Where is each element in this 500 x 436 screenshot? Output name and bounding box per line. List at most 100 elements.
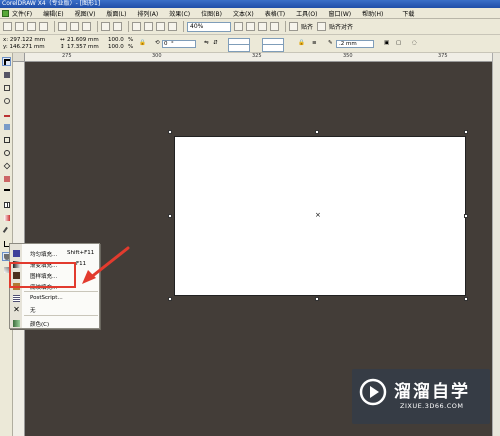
snap-options-label[interactable]: 贴齐对齐 xyxy=(329,22,353,31)
menu-view[interactable]: 视图(V) xyxy=(75,9,96,18)
wrap-text-icon[interactable]: ≡ xyxy=(312,40,317,47)
table-tool-icon[interactable] xyxy=(2,200,11,209)
guidelines-toggle-icon[interactable] xyxy=(270,22,279,31)
no-fill-icon: ✕ xyxy=(13,305,20,314)
undo-icon[interactable] xyxy=(101,22,110,31)
menu-item-no-fill[interactable]: ✕ 无 xyxy=(10,304,99,315)
watermark-title: 溜溜自学 xyxy=(394,382,470,402)
menu-bitmaps[interactable]: 位图(B) xyxy=(201,9,222,18)
toolbar-divider xyxy=(54,21,55,32)
annotation-highlight-box xyxy=(9,262,76,288)
selection-handle-top-left[interactable] xyxy=(168,130,172,134)
new-document-icon[interactable] xyxy=(3,22,12,31)
zoom-levels-select[interactable]: 40% xyxy=(187,21,231,32)
grid-toggle-icon[interactable] xyxy=(258,22,267,31)
menu-edit[interactable]: 编辑(E) xyxy=(43,9,63,18)
save-icon[interactable] xyxy=(27,22,36,31)
zoom-tool-icon[interactable] xyxy=(2,96,11,105)
corner-bottom-left-field[interactable] xyxy=(228,44,250,52)
crop-tool-icon[interactable] xyxy=(2,83,11,92)
menu-item-postscript-fill[interactable]: PostScript... xyxy=(10,293,99,304)
corel-online-icon[interactable] xyxy=(168,22,177,31)
ruler-origin[interactable] xyxy=(13,53,25,62)
shape-tool-icon[interactable] xyxy=(2,70,11,79)
center-marker-icon[interactable]: × xyxy=(315,212,321,219)
options-icon[interactable] xyxy=(317,22,327,31)
open-document-icon[interactable] xyxy=(15,22,24,31)
menu-window[interactable]: 窗口(W) xyxy=(329,9,352,18)
menu-text[interactable]: 文本(X) xyxy=(233,9,254,18)
ellipse-tool-icon[interactable] xyxy=(2,148,11,157)
object-height[interactable]: 17.357 mm xyxy=(67,44,99,51)
outline-width-select[interactable]: .2 mm xyxy=(336,40,374,48)
selection-handle-middle-left[interactable] xyxy=(168,214,172,218)
rotation-angle-field[interactable]: 0 ° xyxy=(162,40,196,48)
scale-y[interactable]: 100.0 xyxy=(108,44,124,51)
copy-icon[interactable] xyxy=(70,22,79,31)
mirror-vertical-icon[interactable]: ⇵ xyxy=(213,40,218,47)
rectangle-tool-icon[interactable] xyxy=(2,135,11,144)
horizontal-ruler[interactable]: 275 300 325 350 375 xyxy=(25,53,492,62)
menu-file[interactable]: 文件(F) xyxy=(12,9,32,18)
round-corners-lock-icon[interactable]: 🔒 xyxy=(298,40,305,47)
to-front-icon[interactable]: ▣ xyxy=(384,40,389,47)
import-icon[interactable] xyxy=(132,22,141,31)
application-launcher-icon[interactable] xyxy=(156,22,165,31)
menu-separator xyxy=(24,291,98,292)
scale-x[interactable]: 100.0 xyxy=(108,37,124,44)
snap-to-label[interactable]: 贴齐 xyxy=(301,22,313,31)
selection-handle-bottom-left[interactable] xyxy=(168,297,172,301)
object-x-position[interactable]: x: 297.122 mm xyxy=(3,37,45,44)
selection-handle-top-right[interactable] xyxy=(464,130,468,134)
rulers-toggle-icon[interactable] xyxy=(246,22,255,31)
freehand-tool-icon[interactable] xyxy=(2,109,11,118)
menu-download[interactable]: 下载 xyxy=(402,9,414,18)
eyedropper-tool-icon[interactable] xyxy=(2,226,12,236)
export-icon[interactable] xyxy=(144,22,153,31)
selection-handle-bottom-center[interactable] xyxy=(315,297,319,301)
menu-item-label: 无 xyxy=(30,308,36,314)
menu-table[interactable]: 表格(T) xyxy=(265,9,285,18)
snap-to-icon[interactable] xyxy=(289,22,298,31)
height-icon: ↕ xyxy=(60,44,65,50)
text-tool-icon[interactable] xyxy=(2,187,11,196)
paste-icon[interactable] xyxy=(82,22,91,31)
toolbar-divider xyxy=(128,21,129,32)
lock-ratio-icon[interactable]: 🔒 xyxy=(139,40,146,47)
corner-bottom-right-field[interactable] xyxy=(262,44,284,52)
ruler-tick: 375 xyxy=(438,53,448,59)
menu-tools[interactable]: 工具(O) xyxy=(296,9,317,18)
rotation-unit: ° xyxy=(171,41,174,47)
toolbar-divider xyxy=(285,21,286,32)
rotation-value: 0 xyxy=(164,41,168,47)
redo-icon[interactable] xyxy=(113,22,122,31)
vertical-scrollbar[interactable] xyxy=(492,53,500,436)
selection-handle-middle-right[interactable] xyxy=(464,214,468,218)
basic-shapes-tool-icon[interactable] xyxy=(2,174,11,183)
ruler-tick: 325 xyxy=(252,53,262,59)
mirror-horizontal-icon[interactable]: ⇋ xyxy=(204,40,209,47)
full-screen-preview-icon[interactable] xyxy=(234,22,243,31)
coreldraw-app-icon[interactable] xyxy=(2,9,9,17)
to-back-icon[interactable]: ▢ xyxy=(396,40,401,47)
menu-help[interactable]: 帮助(H) xyxy=(362,9,383,18)
menu-effects[interactable]: 效果(C) xyxy=(169,9,190,18)
menu-item-label: 颜色(C) xyxy=(30,322,50,328)
cut-icon[interactable] xyxy=(58,22,67,31)
selection-handle-top-center[interactable] xyxy=(315,130,319,134)
object-width[interactable]: 21.609 mm xyxy=(67,37,99,44)
polygon-tool-icon[interactable] xyxy=(2,161,11,170)
menu-item-color-docker[interactable]: 颜色(C) xyxy=(10,318,99,329)
interactive-blend-tool-icon[interactable] xyxy=(2,213,11,222)
watermark: 溜溜自学 ZIXUE.3D66.COM xyxy=(352,369,490,424)
title-bar: CorelDRAW X4（专业版）- [图形1] xyxy=(0,0,500,8)
convert-to-curves-icon[interactable]: ◌ xyxy=(412,40,417,47)
pick-tool-icon[interactable] xyxy=(2,57,11,66)
width-icon: ↔ xyxy=(60,37,65,43)
object-y-position[interactable]: y: 146.271 mm xyxy=(3,44,45,51)
selection-handle-bottom-right[interactable] xyxy=(464,297,468,301)
menu-layout[interactable]: 版面(L) xyxy=(106,9,126,18)
menu-arrange[interactable]: 排列(A) xyxy=(137,9,158,18)
smart-fill-tool-icon[interactable] xyxy=(2,122,11,131)
print-icon[interactable] xyxy=(39,22,48,31)
